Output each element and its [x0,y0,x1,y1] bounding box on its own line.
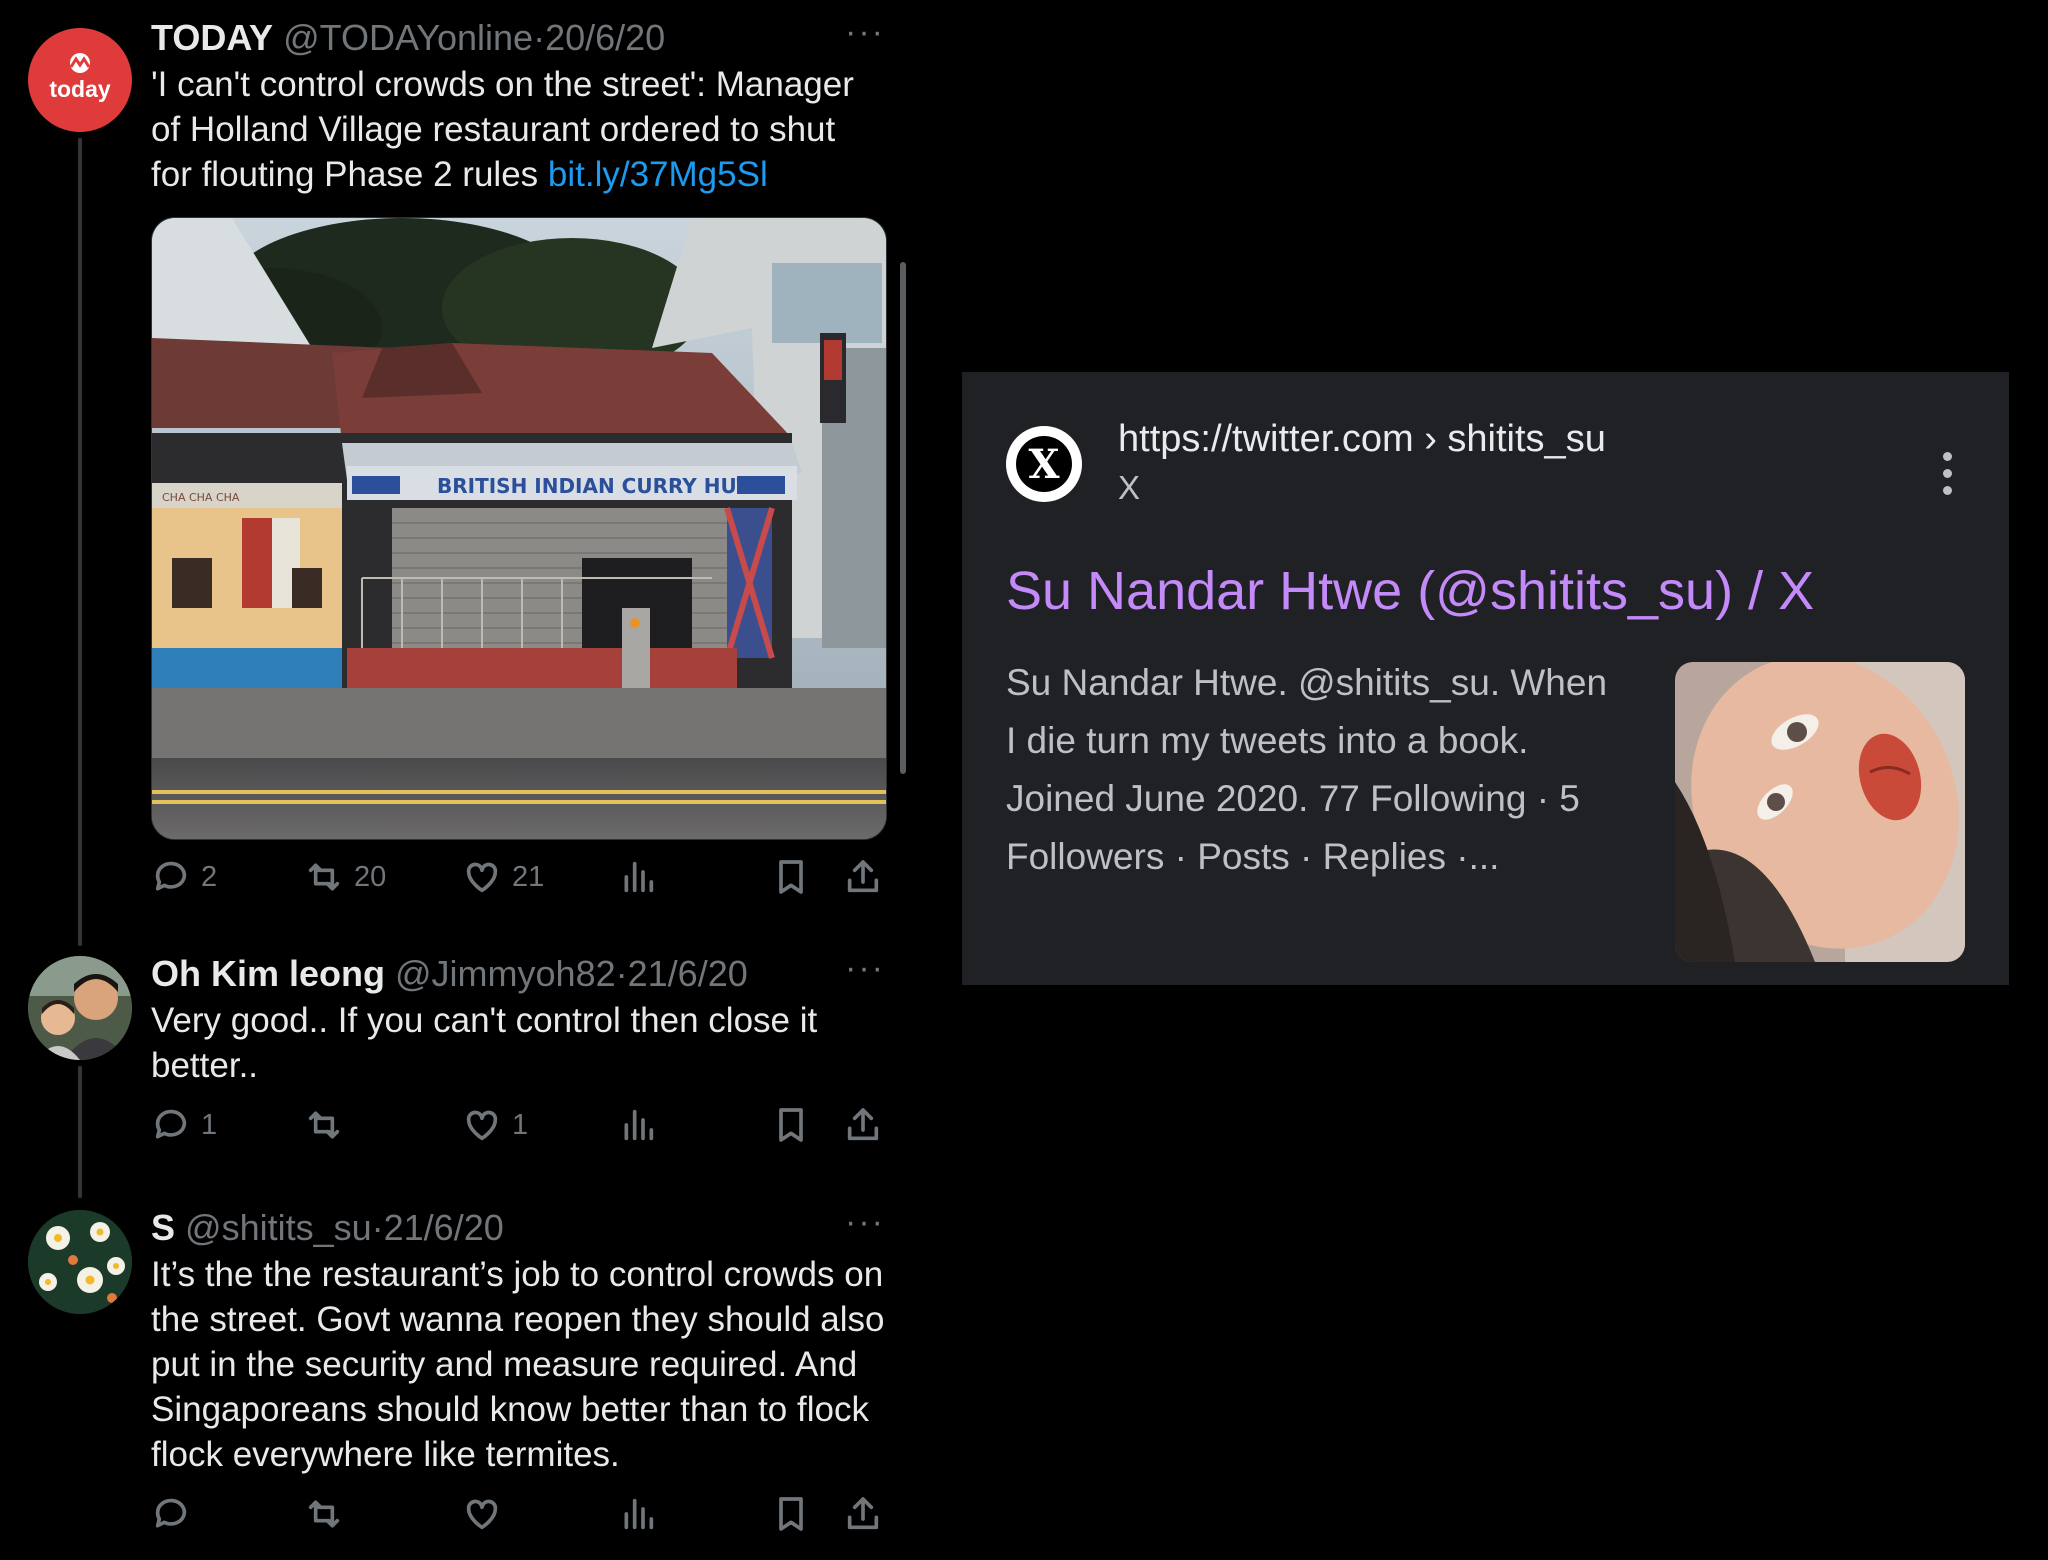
tweet-thread: today TODAY @TODAYonline·20/6/20 ··· 'I … [0,0,915,1560]
bookmark-button[interactable] [771,852,811,902]
views-icon [624,1109,654,1141]
bookmark-button[interactable] [771,1489,811,1539]
tweet-today[interactable]: today TODAY @TODAYonline·20/6/20 ··· 'I … [0,0,915,960]
share-icon [847,860,879,893]
like-count: 21 [512,860,545,893]
retweet-button[interactable] [304,1489,354,1539]
separator: · [533,17,546,58]
search-result-card[interactable]: X https://twitter.com › shitits_su X Su … [962,372,2009,985]
tweet-text: 'I can't control crowds on the street': … [151,62,885,197]
retweet-button[interactable] [304,1100,354,1150]
reply-icon [155,861,187,891]
display-name[interactable]: TODAY [151,17,273,58]
like-icon [466,1110,498,1141]
reply-count: 1 [201,1108,218,1141]
display-name[interactable]: Oh Kim leong [151,953,385,994]
tweet-reply-shitits-su[interactable]: S @shitits_su·21/6/20 ··· It’s the the r… [0,1188,915,1560]
today-logo-icon [69,52,91,73]
timestamp[interactable]: 20/6/20 [545,17,665,58]
display-name[interactable]: S [151,1207,175,1248]
avatar-shitits-su[interactable] [28,1210,132,1314]
like-icon [466,1499,498,1530]
result-thumbnail[interactable] [1675,662,1965,962]
tweet-text: Very good.. If you can't control then cl… [151,1001,818,1085]
x-logo-icon: X [1006,426,1082,502]
tweet-header: TODAY @TODAYonline·20/6/20 [151,16,885,60]
tweet-text: It’s the the restaurant’s job to control… [151,1255,885,1474]
views-icon [624,1498,654,1530]
share-icon [847,1497,879,1530]
like-button[interactable]: 1 [462,1100,528,1150]
like-button[interactable]: 21 [462,852,544,902]
reply-button[interactable]: 1 [151,1100,217,1150]
result-url[interactable]: https://twitter.com › shitits_su [1118,416,1606,462]
avatar-ohkimleong[interactable] [28,956,132,1060]
result-title-link[interactable]: Su Nandar Htwe (@shitits_su) / X [1006,558,1814,624]
retweet-icon [308,1111,340,1139]
tweet-actions: 1 1 [151,1100,885,1150]
views-icon [624,861,654,893]
tweet-header: S @shitits_su·21/6/20 [151,1206,885,1250]
avatar-label: today [49,75,111,102]
like-icon [466,862,498,893]
share-button[interactable] [843,1100,883,1150]
separator: · [615,953,628,994]
restaurant-sign: BRITISH INDIAN CURRY HUT [437,474,751,498]
views-button[interactable] [618,852,658,902]
more-vert-icon[interactable] [1943,452,1955,503]
handle[interactable]: @shitits_su [185,1207,372,1248]
tweet-header: Oh Kim leong @Jimmyoh82·21/6/20 [151,952,885,996]
tweet-reply-ohkimleong[interactable]: Oh Kim leong @Jimmyoh82·21/6/20 ··· Very… [0,935,915,1185]
timestamp[interactable]: 21/6/20 [628,953,748,994]
share-button[interactable] [843,852,883,902]
reply-button[interactable]: 2 [151,852,217,902]
timestamp[interactable]: 21/6/20 [384,1207,504,1248]
tweet-actions [151,1489,885,1539]
share-icon [847,1108,879,1141]
reply-icon [155,1109,187,1139]
retweet-count: 20 [354,860,387,893]
tweet-link[interactable]: bit.ly/37Mg5Sl [548,155,768,194]
more-options-icon[interactable]: ··· [845,12,885,52]
bookmark-icon [779,1108,803,1142]
x-logo-letter: X [1016,436,1072,492]
reply-button[interactable] [151,1489,201,1539]
like-count: 1 [512,1108,529,1141]
scrollbar[interactable] [900,262,906,774]
views-button[interactable] [618,1100,658,1150]
more-options-icon[interactable]: ··· [845,948,885,988]
result-description: Su Nandar Htwe. @shitits_su. When I die … [1006,662,1608,877]
more-options-icon[interactable]: ··· [845,1202,885,1242]
avatar-today[interactable]: today [28,28,132,132]
views-button[interactable] [618,1489,658,1539]
handle[interactable]: @Jimmyoh82 [395,953,616,994]
retweet-icon [308,863,340,891]
reply-count: 2 [201,860,218,893]
svg-text:CHA CHA CHA: CHA CHA CHA [162,491,240,504]
like-button[interactable] [462,1489,512,1539]
share-button[interactable] [843,1489,883,1539]
tweet-media-image[interactable]: BRITISH INDIAN CURRY HUT CHA CHA CHA [151,217,887,840]
bookmark-icon [779,860,803,894]
retweet-icon [308,1500,340,1528]
bookmark-icon [779,1497,803,1531]
separator: · [371,1207,384,1248]
tweet-actions: 2 20 21 [151,852,885,902]
handle[interactable]: @TODAYonline [283,17,533,58]
bookmark-button[interactable] [771,1100,811,1150]
result-site-name: X [1118,469,1141,506]
retweet-button[interactable]: 20 [304,852,386,902]
reply-icon [155,1498,187,1528]
